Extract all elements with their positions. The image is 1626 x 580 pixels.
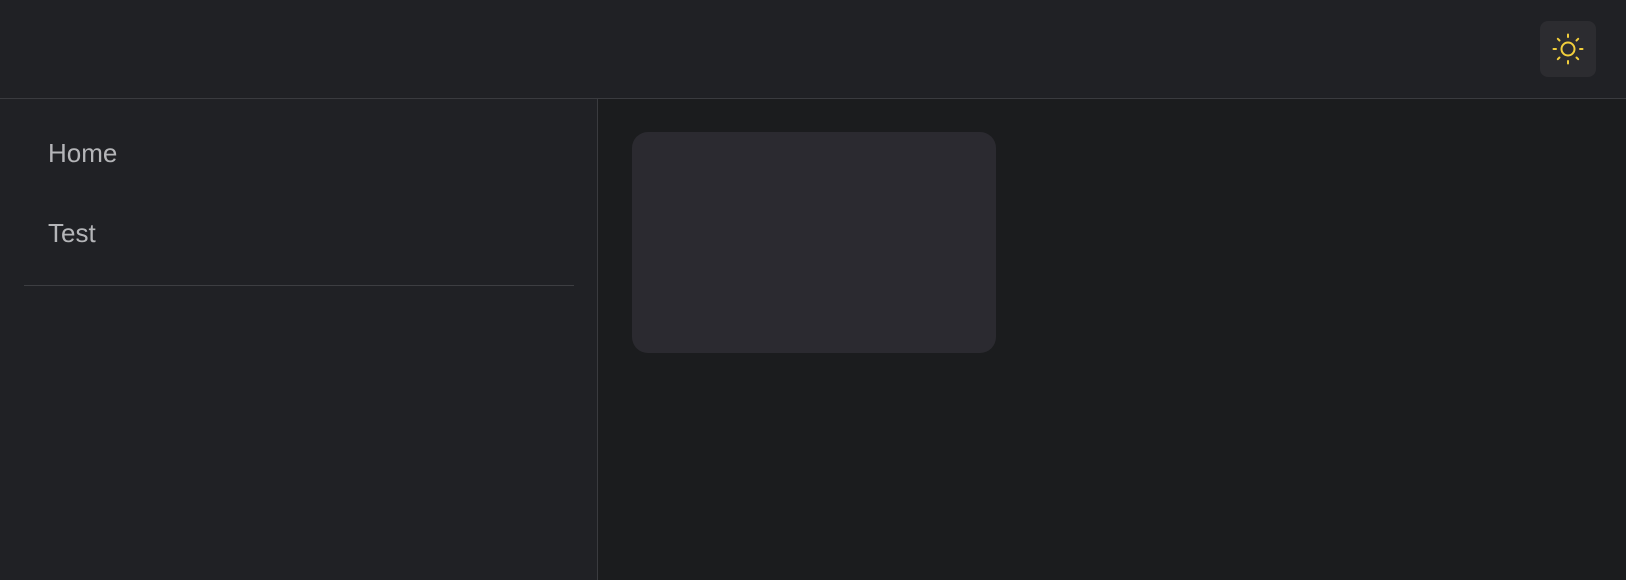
top-header [0,0,1626,99]
sidebar-nav: Home Test [24,99,574,286]
sidebar: Home Test [0,99,598,580]
sidebar-item-home[interactable]: Home [24,125,574,205]
sidebar-item-test[interactable]: Test [24,205,574,271]
app-shell: Home Test [0,0,1626,580]
main-content [599,99,1626,580]
content-card [632,132,996,353]
theme-toggle-button[interactable] [1540,21,1596,77]
sun-icon [1552,33,1584,65]
